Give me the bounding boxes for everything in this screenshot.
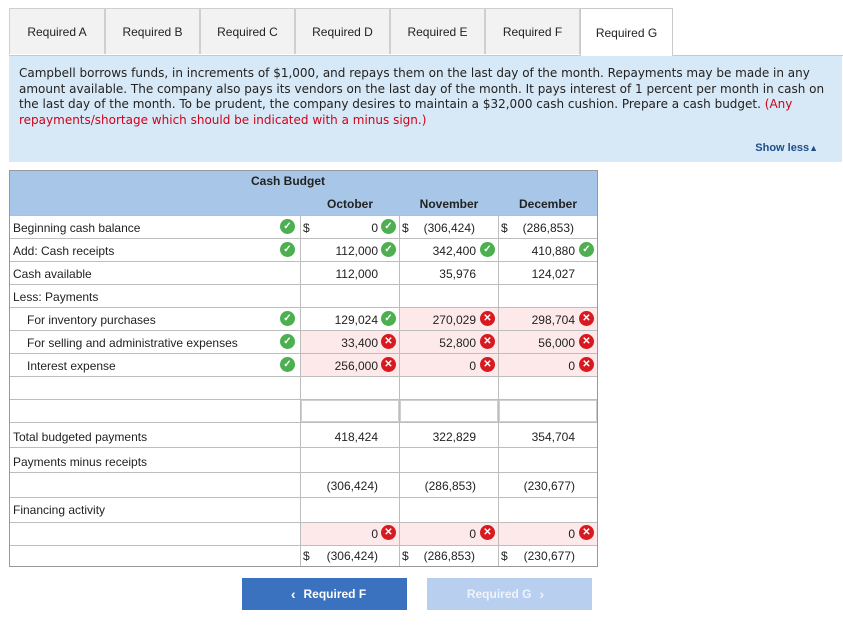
- inventory-oct[interactable]: 129,024: [310, 313, 378, 327]
- x-icon: ✕: [480, 525, 495, 540]
- x-icon: ✕: [480, 357, 495, 372]
- minus-dec: (230,677): [523, 479, 575, 493]
- check-icon: ✓: [381, 311, 396, 326]
- selling-nov[interactable]: 52,800: [410, 336, 476, 350]
- financing-oct[interactable]: 0: [310, 527, 378, 541]
- x-icon: ✕: [381, 525, 396, 540]
- check-icon: ✓: [381, 219, 396, 234]
- cash-budget-table: Cash Budget October November December Be…: [9, 170, 598, 567]
- check-icon: ✓: [280, 311, 295, 326]
- beginning-dec[interactable]: (286,853): [509, 221, 574, 235]
- empty-input[interactable]: [499, 400, 597, 422]
- currency-symbol: $: [501, 221, 508, 235]
- row-label-financing: Financing activity: [13, 503, 106, 517]
- available-nov: 35,976: [439, 267, 476, 281]
- month-october: October: [326, 197, 373, 211]
- tab-required-b[interactable]: Required B: [105, 8, 200, 54]
- row-label-selling: For selling and administrative expenses: [27, 336, 238, 350]
- row-label-inventory: For inventory purchases: [27, 313, 156, 327]
- check-icon: ✓: [280, 242, 295, 257]
- interest-nov[interactable]: 0: [410, 359, 476, 373]
- prev-required-f-button[interactable]: ‹ Required F: [242, 578, 407, 610]
- row-label-minus: Payments minus receipts: [13, 455, 148, 469]
- x-icon: ✕: [579, 357, 594, 372]
- show-less-link[interactable]: Show less▲: [755, 142, 818, 154]
- check-icon: ✓: [280, 334, 295, 349]
- ending-dec: (230,677): [523, 549, 575, 563]
- minus-oct: (306,424): [326, 479, 378, 493]
- row-label-less-payments: Less: Payments: [13, 290, 99, 304]
- interest-oct[interactable]: 256,000: [310, 359, 378, 373]
- x-icon: ✕: [381, 357, 396, 372]
- row-label-available: Cash available: [13, 267, 92, 281]
- x-icon: ✕: [579, 311, 594, 326]
- tab-required-g[interactable]: Required G: [580, 8, 673, 56]
- minus-nov: (286,853): [424, 479, 476, 493]
- currency-symbol: $: [402, 549, 409, 563]
- check-icon: ✓: [280, 219, 295, 234]
- check-icon: ✓: [579, 242, 594, 257]
- empty-input[interactable]: [400, 400, 498, 422]
- month-december: December: [518, 197, 578, 211]
- interest-dec[interactable]: 0: [509, 359, 575, 373]
- receipts-nov[interactable]: 342,400: [410, 244, 476, 258]
- x-icon: ✕: [480, 311, 495, 326]
- tab-required-d[interactable]: Required D: [295, 8, 390, 54]
- available-oct: 112,000: [335, 267, 379, 281]
- inventory-nov[interactable]: 270,029: [410, 313, 476, 327]
- currency-symbol: $: [303, 221, 310, 235]
- row-label-receipts: Add: Cash receipts: [13, 244, 115, 258]
- ending-oct: (306,424): [326, 549, 378, 563]
- instructions-panel: Campbell borrows funds, in increments of…: [9, 56, 842, 162]
- selling-dec[interactable]: 56,000: [509, 336, 575, 350]
- x-icon: ✕: [480, 334, 495, 349]
- check-icon: ✓: [280, 357, 295, 372]
- tab-required-c[interactable]: Required C: [200, 8, 295, 54]
- ending-nov: (286,853): [423, 549, 475, 563]
- empty-input[interactable]: [301, 400, 399, 422]
- chevron-right-icon: ›: [539, 586, 545, 602]
- tab-bar: Required A Required B Required C Require…: [9, 8, 843, 56]
- receipts-dec[interactable]: 410,880: [509, 244, 575, 258]
- financing-nov[interactable]: 0: [410, 527, 476, 541]
- chevron-left-icon: ‹: [290, 586, 296, 602]
- instructions-text: Campbell borrows funds, in increments of…: [19, 66, 825, 127]
- x-icon: ✕: [381, 334, 396, 349]
- tab-required-e[interactable]: Required E: [390, 8, 485, 54]
- financing-dec[interactable]: 0: [509, 527, 575, 541]
- row-label-beginning: Beginning cash balance: [13, 221, 141, 235]
- month-november: November: [419, 197, 479, 211]
- check-icon: ✓: [381, 242, 396, 257]
- selling-oct[interactable]: 33,400: [310, 336, 378, 350]
- beginning-nov[interactable]: (306,424): [410, 221, 475, 235]
- check-icon: ✓: [480, 242, 495, 257]
- x-icon: ✕: [579, 525, 594, 540]
- row-label-total: Total budgeted payments: [13, 430, 148, 444]
- total-oct: 418,424: [334, 430, 378, 444]
- next-required-g-button[interactable]: Required G ›: [427, 578, 592, 610]
- available-dec: 124,027: [531, 267, 575, 281]
- total-nov: 322,829: [432, 430, 476, 444]
- x-icon: ✕: [579, 334, 594, 349]
- tab-required-f[interactable]: Required F: [485, 8, 580, 54]
- beginning-oct[interactable]: 0: [310, 221, 378, 235]
- currency-symbol: $: [501, 549, 508, 563]
- row-label-interest: Interest expense: [27, 359, 116, 373]
- receipts-oct[interactable]: 112,000: [310, 244, 379, 258]
- triangle-up-icon: ▲: [809, 143, 818, 153]
- currency-symbol: $: [402, 221, 409, 235]
- tab-required-a[interactable]: Required A: [9, 8, 105, 54]
- currency-symbol: $: [303, 549, 310, 563]
- inventory-dec[interactable]: 298,704: [509, 313, 575, 327]
- table-title: Cash Budget: [251, 174, 326, 188]
- total-dec: 354,704: [531, 430, 575, 444]
